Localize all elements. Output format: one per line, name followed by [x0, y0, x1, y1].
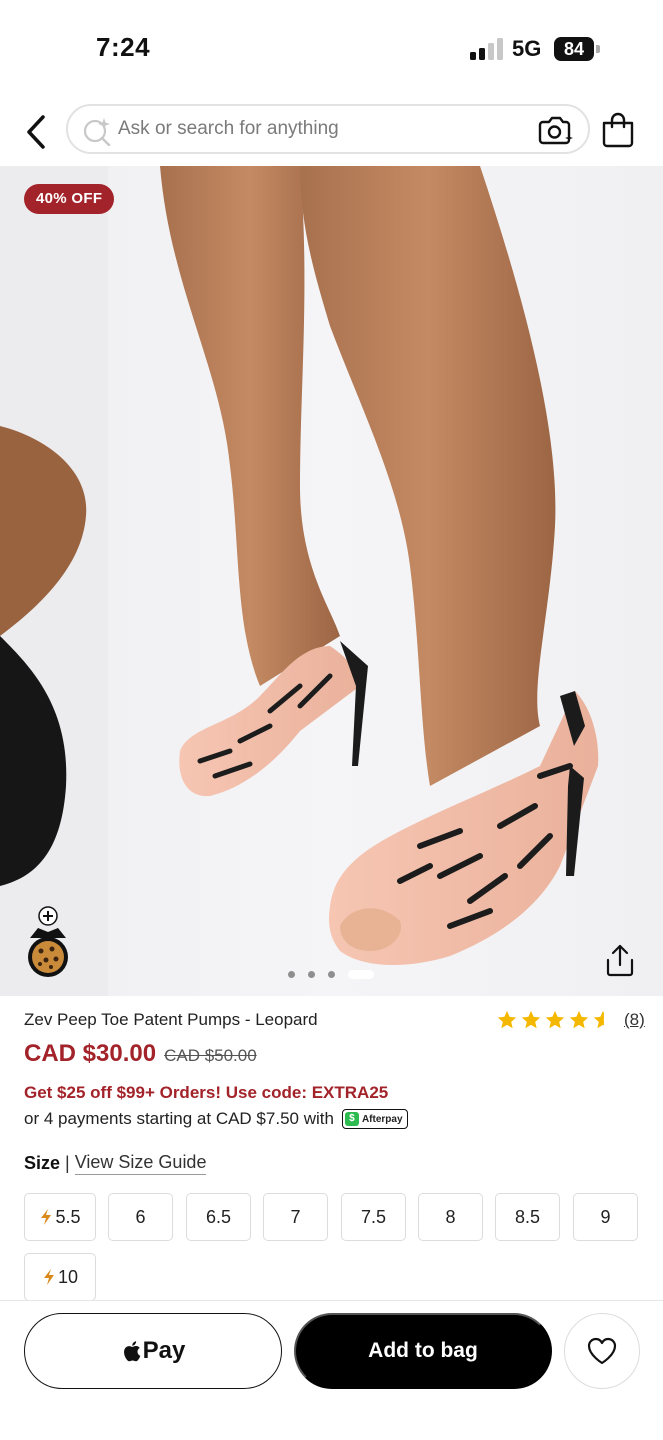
carousel-dot[interactable] — [328, 971, 335, 978]
size-option-label: 6 — [135, 1206, 146, 1227]
back-chevron-icon — [27, 115, 45, 149]
size-option-label: 7.5 — [360, 1206, 387, 1227]
low-stock-bolt-icon — [41, 1209, 52, 1225]
size-option-label: 6.5 — [205, 1206, 232, 1227]
installment-text: or 4 payments starting at CAD $7.50 with — [24, 1109, 334, 1128]
promo-text: Get $25 off $99+ Orders! Use code: EXTRA… — [24, 1083, 389, 1102]
status-time: 7:24 — [96, 32, 151, 62]
battery-icon: 84 — [554, 37, 600, 61]
size-option-6[interactable]: 6 — [108, 1193, 173, 1241]
afterpay-logo-icon: $ — [344, 1112, 359, 1126]
share-icon[interactable] — [602, 942, 638, 978]
size-option-7-5[interactable]: 7.5 — [341, 1193, 406, 1241]
wishlist-button[interactable] — [564, 1313, 640, 1389]
star-icon — [497, 1010, 517, 1029]
size-option-10[interactable]: 10 — [24, 1253, 96, 1301]
size-guide-link[interactable]: View Size Guide — [74, 1152, 207, 1175]
product-title: Zev Peep Toe Patent Pumps - Leopard — [24, 1010, 318, 1029]
camera-search-icon[interactable] — [538, 114, 574, 146]
network-type: 5G — [512, 36, 542, 61]
ai-search-icon — [83, 118, 111, 146]
apple-logo-icon — [123, 1341, 140, 1362]
size-option-label: 5.5 — [55, 1206, 81, 1227]
sale-price: CAD $30.00 — [24, 1040, 157, 1067]
apple-pay-button[interactable]: Pay — [24, 1313, 282, 1389]
size-option-label: 8.5 — [514, 1206, 541, 1227]
cellular-signal-icon — [470, 38, 503, 60]
size-option-9[interactable]: 9 — [573, 1193, 638, 1241]
bottom-bar-divider — [0, 1300, 663, 1301]
search-bar[interactable] — [66, 104, 590, 154]
carousel-dot[interactable] — [308, 971, 315, 978]
size-option-label: 8 — [445, 1206, 456, 1227]
size-label: Size — [24, 1153, 61, 1173]
size-header: Size | View Size Guide — [24, 1152, 207, 1175]
carousel-dot[interactable] — [288, 971, 295, 978]
search-header — [0, 100, 663, 166]
status-bar: 7:24 5G 84 — [0, 0, 663, 100]
size-option-7[interactable]: 7 — [263, 1193, 328, 1241]
shopping-bag-icon[interactable] — [600, 112, 636, 148]
star-icon — [521, 1010, 541, 1029]
add-avatar-icon[interactable] — [26, 906, 70, 982]
product-image-carousel[interactable]: 40% OFF — [0, 166, 663, 996]
size-option-label: 9 — [600, 1206, 611, 1227]
carousel-dot-active[interactable] — [348, 970, 374, 979]
original-price: CAD $50.00 — [164, 1046, 257, 1065]
size-option-6-5[interactable]: 6.5 — [186, 1193, 251, 1241]
size-option-5-5[interactable]: 5.5 — [24, 1193, 96, 1241]
add-to-bag-label: Add to bag — [368, 1339, 478, 1362]
afterpay-label: Afterpay — [361, 1113, 403, 1125]
apple-pay-label: Pay — [142, 1337, 186, 1364]
battery-level: 84 — [554, 37, 594, 61]
star-icon — [569, 1010, 589, 1029]
product-rating[interactable]: (8) — [496, 1008, 645, 1032]
size-option-label: 7 — [290, 1206, 301, 1227]
installment-info: or 4 payments starting at CAD $7.50 with… — [24, 1109, 408, 1129]
search-input[interactable] — [118, 106, 528, 152]
review-count-link[interactable]: (8) — [624, 1010, 645, 1030]
back-button[interactable] — [18, 112, 54, 152]
discount-badge: 40% OFF — [24, 184, 115, 214]
size-separator: | — [65, 1153, 70, 1173]
low-stock-bolt-icon — [43, 1269, 54, 1285]
price-row: CAD $30.00 CAD $50.00 — [24, 1040, 257, 1068]
afterpay-badge[interactable]: $ Afterpay — [341, 1109, 408, 1129]
size-option-8-5[interactable]: 8.5 — [495, 1193, 560, 1241]
heart-icon — [587, 1337, 617, 1365]
carousel-indicator — [288, 968, 378, 980]
product-photo — [0, 166, 599, 996]
size-option-8[interactable]: 8 — [418, 1193, 483, 1241]
size-option-label: 10 — [57, 1266, 79, 1287]
star-icon — [545, 1010, 565, 1029]
add-to-bag-button[interactable]: Add to bag — [294, 1313, 552, 1389]
half-star-icon — [593, 1010, 613, 1029]
